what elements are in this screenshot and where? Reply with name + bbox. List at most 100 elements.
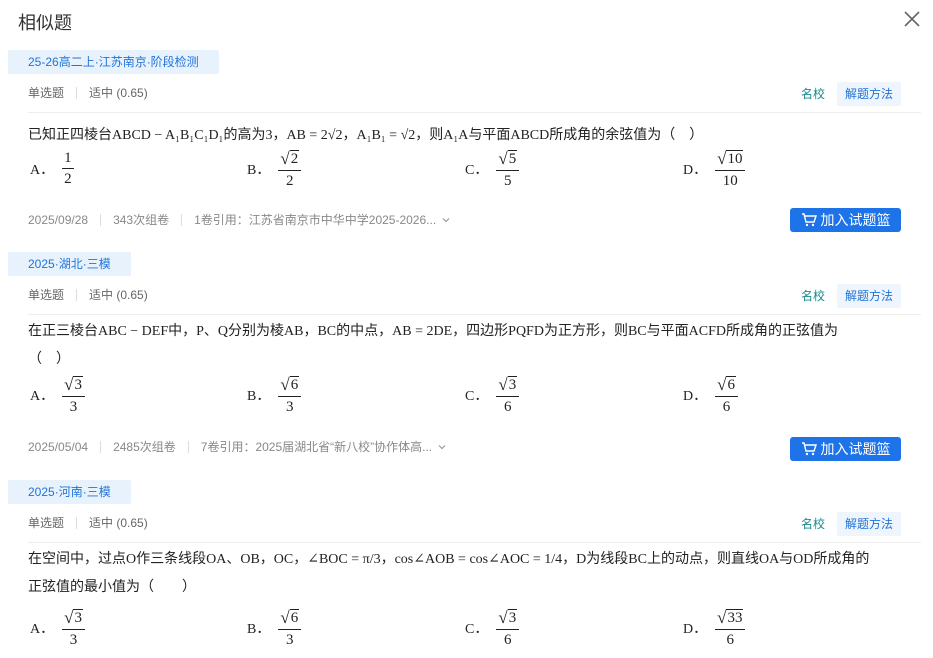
solution-method-button[interactable]: 解题方法 bbox=[836, 284, 901, 308]
divider bbox=[28, 112, 921, 113]
fraction-denominator: 6 bbox=[722, 398, 731, 415]
fraction-denominator: 3 bbox=[69, 631, 78, 648]
fraction-numerator: √ 3 bbox=[496, 375, 520, 397]
question-stem: 在空间中，过点O作三条线段OA、OB，OC，∠BOC = π/3，cos∠AOB… bbox=[28, 546, 893, 602]
separator bbox=[100, 440, 102, 453]
fraction-denominator: 6 bbox=[504, 631, 512, 648]
option-letter: A． bbox=[30, 163, 55, 178]
dialog-title: 相似题 bbox=[18, 13, 72, 33]
fraction-numerator: √ 3 bbox=[62, 608, 85, 630]
add-to-basket-label: 加入试题篮 bbox=[820, 212, 891, 228]
question-prefix: 已知正四棱台 bbox=[28, 126, 112, 142]
fraction-denominator: 2 bbox=[286, 172, 294, 189]
fraction-denominator: 3 bbox=[286, 398, 294, 415]
separator bbox=[100, 213, 102, 226]
solution-method-button[interactable]: 解题方法 bbox=[836, 82, 901, 106]
option-letter: B． bbox=[247, 389, 271, 404]
option-letter: C． bbox=[465, 622, 489, 637]
option-fraction: 12 bbox=[62, 151, 74, 187]
chevron-down-icon[interactable] bbox=[442, 216, 450, 224]
fraction-numerator: √ 3 bbox=[496, 608, 520, 630]
question-type: 单选题 bbox=[28, 288, 65, 302]
answer-option[interactable]: B． √ 6 3 bbox=[247, 373, 302, 417]
fraction-numerator: √ 6 bbox=[278, 608, 302, 630]
add-to-basket-button[interactable]: 加入试题篮 bbox=[790, 208, 901, 232]
question-card: 2025·河南·三模 单选题 适中 (0.65) 名校 解题方法 在空间中，过点… bbox=[0, 480, 933, 658]
fraction-numerator: √ 3 bbox=[62, 375, 85, 397]
fraction-numerator: √ 5 bbox=[496, 149, 520, 171]
question-stem: 在正三棱台ABC − DEF中，P、Q分别为棱AB，BC的中点，AB = 2DE… bbox=[28, 318, 893, 374]
option-fraction: √ 3 6 bbox=[496, 375, 520, 415]
option-letter: B． bbox=[247, 622, 271, 637]
source-tag[interactable]: 25-26高二上·江苏南京·阶段检测 bbox=[8, 50, 219, 74]
source-tag[interactable]: 2025·河南·三模 bbox=[8, 480, 131, 504]
fraction-numerator: √ 33 bbox=[715, 608, 746, 630]
option-letter: B． bbox=[247, 163, 271, 178]
option-letter: C． bbox=[465, 389, 489, 404]
option-fraction: √ 33 6 bbox=[715, 608, 746, 648]
answer-option[interactable]: C． √ 3 6 bbox=[465, 606, 520, 650]
date: 2025/09/28 bbox=[28, 212, 89, 227]
answer-option[interactable]: C． √ 3 6 bbox=[465, 373, 520, 417]
question-line: （ ） bbox=[28, 352, 70, 367]
answer-option[interactable]: C． √ 5 5 bbox=[465, 147, 520, 191]
question-type: 单选题 bbox=[28, 516, 65, 530]
question-body: ABCD − A₁B₁C₁D₁的高为3，AB = 2√2，A₁B₁ = √2，则… bbox=[112, 128, 704, 143]
usage-count: 343次组卷 bbox=[113, 213, 170, 227]
answer-option[interactable]: A． 1 2 bbox=[30, 147, 74, 191]
question-type: 单选题 bbox=[28, 86, 65, 100]
separator bbox=[76, 86, 78, 99]
question-meta: 单选题 适中 (0.65) bbox=[28, 514, 148, 531]
question-card: 25-26高二上·江苏南京·阶段检测 单选题 适中 (0.65) 名校 解题方法… bbox=[0, 50, 933, 246]
answer-option[interactable]: B． √ 6 3 bbox=[247, 606, 302, 650]
citation-link[interactable]: 1卷引用：江苏省南京市中华中学2025-2026... bbox=[194, 211, 436, 228]
citation-link[interactable]: 7卷引用：2025届湖北省“新八校”协作体高... bbox=[201, 438, 432, 455]
options-row: A． √ 3 3 B． √ 6 3 C． √ 3 6 D． √ 33 6 bbox=[30, 606, 790, 650]
difficulty: 适中 (0.65) bbox=[89, 516, 148, 530]
fraction-numerator: √ 6 bbox=[278, 375, 302, 397]
separator bbox=[76, 516, 78, 529]
add-to-basket-button[interactable]: 加入试题篮 bbox=[790, 437, 901, 461]
answer-option[interactable]: D． √ 6 6 bbox=[683, 373, 738, 417]
answer-option[interactable]: A． √ 3 3 bbox=[30, 606, 85, 650]
source-tag[interactable]: 2025·湖北·三模 bbox=[8, 252, 131, 276]
question-footer: 2025/09/28 343次组卷 1卷引用：江苏省南京市中华中学2025-20… bbox=[28, 211, 450, 228]
fraction-denominator: 3 bbox=[286, 631, 294, 648]
option-letter: A． bbox=[30, 622, 55, 637]
fraction-numerator: √ 6 bbox=[715, 375, 738, 397]
options-row: A． 1 2 B． √ 2 2 C． √ 5 5 D． √ 10 10 bbox=[30, 147, 790, 191]
question-line: 在正三棱台ABC − DEF中，P、Q分别为棱AB，BC的中点，AB = 2DE… bbox=[28, 324, 838, 339]
separator bbox=[187, 440, 189, 453]
fraction-denominator: 5 bbox=[504, 172, 512, 189]
option-fraction: √ 6 3 bbox=[278, 608, 302, 648]
question-line: 正弦值的最小值为（ ） bbox=[28, 580, 196, 595]
question-footer: 2025/05/04 2485次组卷 7卷引用：2025届湖北省“新八校”协作体… bbox=[28, 438, 446, 455]
add-to-basket-label: 加入试题篮 bbox=[820, 441, 891, 457]
school-badge[interactable]: 名校 bbox=[793, 82, 833, 106]
fraction-denominator: 3 bbox=[69, 398, 78, 415]
solution-method-button[interactable]: 解题方法 bbox=[836, 512, 901, 536]
fraction-numerator: √ 10 bbox=[715, 149, 746, 171]
divider bbox=[28, 314, 921, 315]
cart-icon bbox=[801, 213, 817, 227]
option-letter: D． bbox=[683, 622, 708, 637]
fraction-numerator: 1 bbox=[62, 151, 74, 169]
question-line: 在空间中，过点O作三条线段OA、OB，OC，∠BOC = π/3，cos∠AOB… bbox=[28, 552, 870, 567]
option-fraction: √ 2 2 bbox=[278, 149, 302, 189]
dialog-header: 相似题 bbox=[0, 0, 933, 42]
answer-option[interactable]: D． √ 33 6 bbox=[683, 606, 746, 650]
chevron-down-icon[interactable] bbox=[438, 443, 446, 451]
answer-option[interactable]: D． √ 10 10 bbox=[683, 147, 746, 191]
similar-questions-list[interactable]: 25-26高二上·江苏南京·阶段检测 单选题 适中 (0.65) 名校 解题方法… bbox=[0, 44, 933, 658]
separator bbox=[181, 213, 183, 226]
options-row: A． √ 3 3 B． √ 6 3 C． √ 3 6 D． √ 6 6 bbox=[30, 373, 790, 417]
school-badge[interactable]: 名校 bbox=[793, 284, 833, 308]
option-letter: D． bbox=[683, 163, 708, 178]
close-icon[interactable] bbox=[903, 10, 921, 28]
date: 2025/05/04 bbox=[28, 439, 89, 454]
answer-option[interactable]: A． √ 3 3 bbox=[30, 373, 85, 417]
fraction-numerator: √ 2 bbox=[278, 149, 302, 171]
school-badge[interactable]: 名校 bbox=[793, 512, 833, 536]
option-fraction: √ 3 6 bbox=[496, 608, 520, 648]
answer-option[interactable]: B． √ 2 2 bbox=[247, 147, 302, 191]
